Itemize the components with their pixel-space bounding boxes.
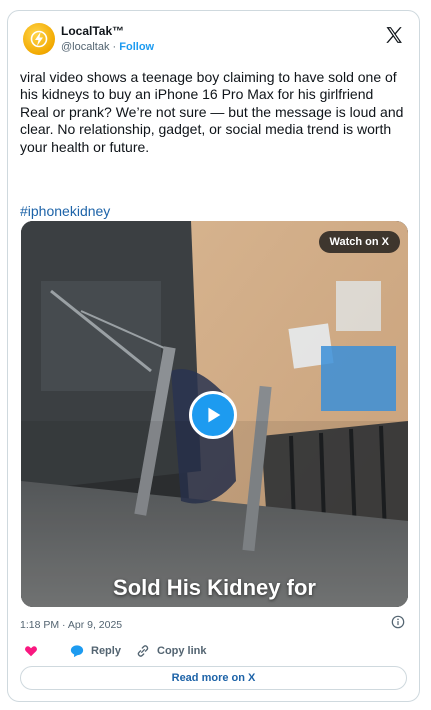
like-button[interactable] [24, 644, 38, 658]
post-header: LocalTak™ @localtak · Follow [23, 23, 404, 57]
account-handle[interactable]: @localtak [61, 41, 109, 53]
play-icon [208, 407, 221, 423]
embedded-post-card: LocalTak™ @localtak · Follow viral video… [7, 10, 420, 702]
account-name[interactable]: LocalTak™ [61, 24, 124, 38]
hashtag-link[interactable]: #iphonekidney [20, 203, 110, 219]
copy-link-label: Copy link [157, 645, 207, 657]
copy-link-button[interactable]: Copy link [136, 644, 207, 658]
info-icon[interactable] [391, 615, 405, 629]
follow-button[interactable]: Follow [119, 41, 154, 53]
post-meta: 1:18 PM · Apr 9, 2025 [20, 615, 407, 631]
link-icon [137, 645, 149, 657]
post-text: viral video shows a teenage boy claiming… [20, 69, 404, 155]
lightning-avatar-icon [30, 30, 48, 48]
read-more-button[interactable]: Read more on X [20, 666, 407, 690]
avatar[interactable] [23, 23, 55, 55]
play-button[interactable] [189, 391, 237, 439]
reply-bubble-icon [70, 645, 84, 658]
reply-label: Reply [91, 645, 121, 657]
video-caption: Sold His Kidney for [113, 575, 316, 600]
action-bar: Reply Copy link [20, 644, 407, 664]
reply-button[interactable]: Reply [70, 644, 121, 658]
timestamp[interactable]: 1:18 PM · Apr 9, 2025 [20, 619, 122, 631]
x-logo-icon[interactable] [384, 25, 404, 45]
video-player[interactable]: Watch on X Sold His Kidney for [21, 221, 408, 607]
watch-on-x-button[interactable]: Watch on X [318, 231, 400, 253]
heart-icon [25, 646, 37, 657]
separator: · [112, 41, 117, 53]
handle-row: @localtak · Follow [61, 41, 154, 53]
